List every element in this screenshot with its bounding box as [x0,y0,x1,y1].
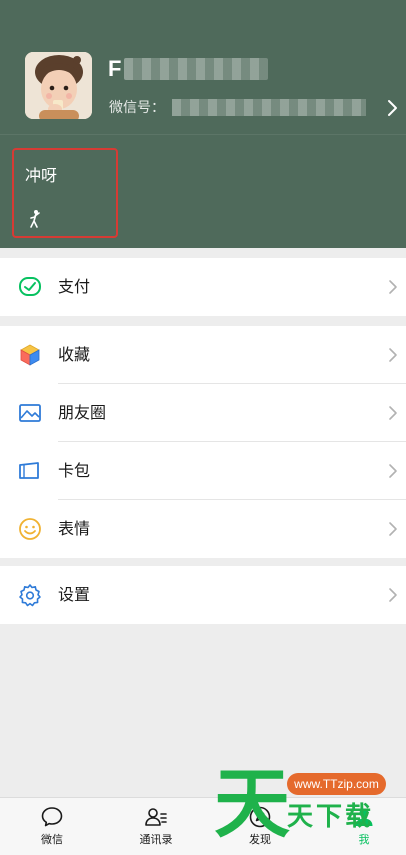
avatar[interactable] [25,52,92,119]
tab-label: 微信 [41,833,63,846]
tab-label: 我 [358,833,370,846]
chevron-right-icon [389,588,397,602]
menu-item-label: 朋友圈 [58,403,107,422]
watermark-logo: 天 [214,762,290,840]
pay-check-icon [19,277,41,296]
section-gap [0,558,406,566]
watermark-text: 天下载 [287,802,375,832]
tab-contacts[interactable]: 通讯录 [116,798,196,855]
menu-item-moments[interactable]: 朋友圈 [0,384,406,442]
menu-item-pay[interactable]: 支付 [0,258,406,316]
menu-item-favorites[interactable]: 收藏 [0,326,406,384]
gear-icon [19,584,41,607]
chat-bubble-icon [41,807,63,827]
profile-name: F [108,56,122,81]
contacts-icon [145,808,167,826]
section-gap [0,316,406,326]
chevron-right-icon [389,406,397,420]
chevron-right-icon [389,280,397,294]
header-divider [0,134,406,135]
watermark-big-char: 天 [214,762,290,840]
menu-item-label: 收藏 [58,345,91,364]
chevron-right-icon [389,522,397,536]
picture-icon [19,404,41,422]
profile-header[interactable]: F 微信号： 冲呀 [0,0,406,248]
menu-item-label: 卡包 [58,461,91,480]
menu-item-settings[interactable]: 设置 [0,566,406,624]
chevron-right-icon [389,348,397,362]
menu-item-label: 设置 [58,585,91,604]
menu-item-label: 表情 [58,519,91,538]
avatar-image [25,52,92,119]
main-menu-group: 收藏 朋友圈 卡包 表情 [0,326,406,558]
pay-group: 支付 [0,258,406,316]
card-icon [19,462,39,479]
wechat-id-redaction [172,99,366,116]
status-text[interactable]: 冲呀 [25,165,57,187]
menu-item-stickers[interactable]: 表情 [0,500,406,558]
settings-group: 设置 [0,566,406,624]
cube-icon [20,344,40,366]
chevron-right-icon[interactable] [385,98,399,118]
status-figure-icon[interactable] [28,209,42,229]
section-gap [0,248,406,258]
tab-chats[interactable]: 微信 [12,798,92,855]
smiley-icon [19,518,41,540]
chevron-right-icon [389,464,397,478]
tab-label: 通讯录 [139,833,173,846]
name-redaction [124,58,268,80]
wechat-id-label: 微信号： [109,100,165,116]
watermark-url: www.TTzip.com [287,773,386,795]
menu-item-label: 支付 [58,277,91,296]
menu-item-cards[interactable]: 卡包 [0,442,406,500]
